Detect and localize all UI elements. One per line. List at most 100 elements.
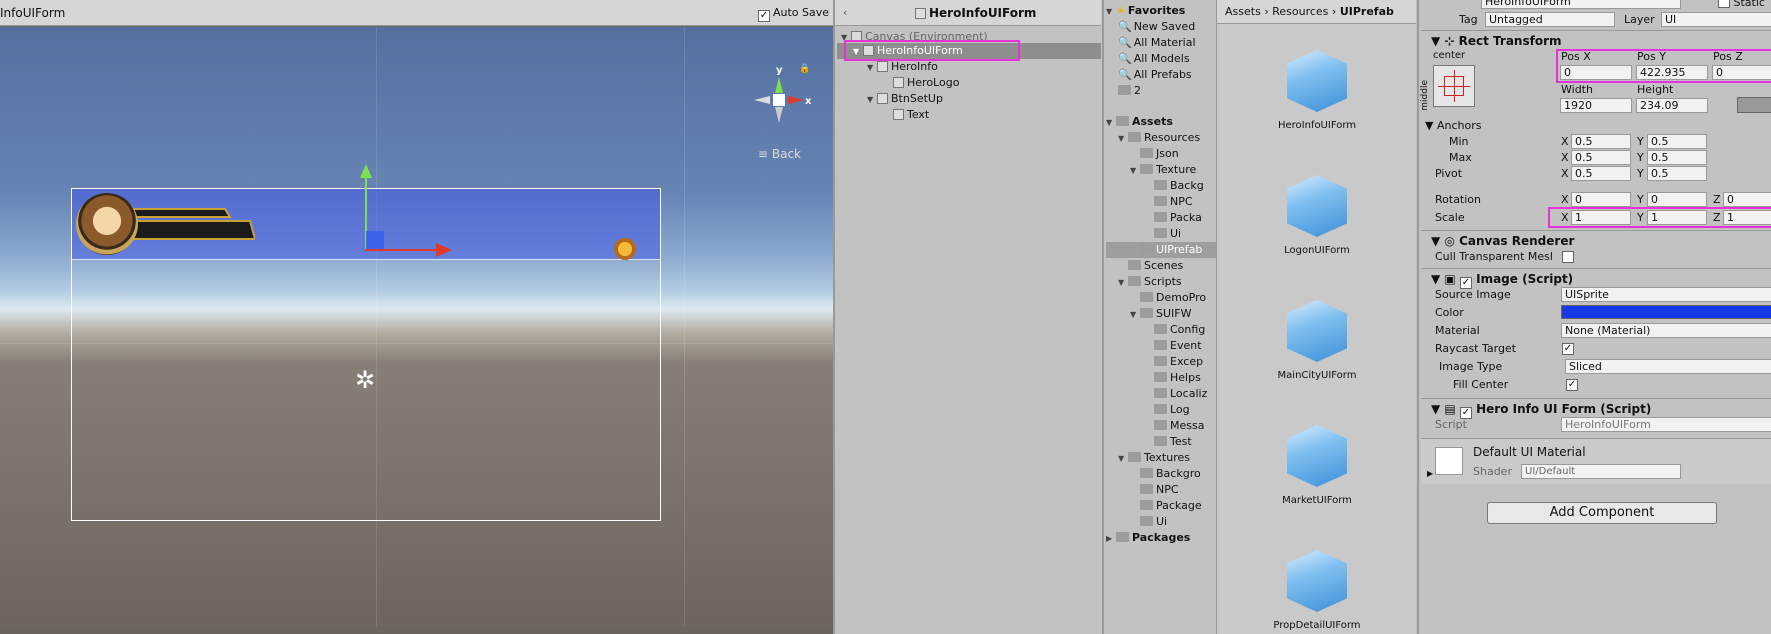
canvas-renderer-header[interactable]: ▼ ◎ Canvas Renderer [1421, 230, 1771, 250]
auto-save-checkbox[interactable]: ✓ [758, 10, 770, 22]
hierarchy-panel[interactable]: ‹ HeroInfoUIForm ▼ Canvas (Environment) ▼… [833, 0, 1101, 634]
project-files-panel[interactable]: Assets › Resources › UIPrefab HeroInfoUI… [1216, 0, 1416, 634]
hierarchy-item-heroinfo[interactable]: ▼ HeroInfo [867, 59, 938, 75]
gizmo-y-arrow-icon[interactable] [360, 164, 372, 178]
hero-info-bar[interactable] [130, 207, 255, 247]
folder-item[interactable]: Log [1154, 402, 1190, 418]
packages-header[interactable]: ▶ Packages [1106, 530, 1190, 546]
width-field[interactable]: 1920 [1560, 98, 1632, 113]
prefab-asset[interactable]: MarketUIForm [1247, 425, 1387, 506]
anchor-min-x-field[interactable]: 0.5 [1571, 134, 1631, 149]
hierarchy-item-text[interactable]: Text [893, 107, 929, 123]
folder-item[interactable]: Config [1154, 322, 1205, 338]
inspector-panel[interactable]: HeroInfoUIForm Static Tag Untagged Layer… [1417, 0, 1771, 634]
scene-viewport[interactable]: ✲ y x 🔒 ≡ Back [0, 27, 833, 627]
hero-script-header[interactable]: ▼ ▤ ✓ Hero Info UI Form (Script) [1421, 398, 1771, 419]
shader-dropdown[interactable]: UI/Default [1521, 464, 1681, 479]
back-arrow-icon[interactable]: ‹ [843, 6, 847, 19]
folder-item[interactable]: Json [1140, 146, 1179, 162]
breadcrumb-item[interactable]: Resources [1272, 5, 1328, 18]
folder-item[interactable]: Packa [1154, 210, 1202, 226]
folder-item[interactable]: Helps [1154, 370, 1201, 386]
expand-arrow-icon[interactable]: ▼ [1106, 4, 1116, 20]
material-field[interactable]: None (Material) [1561, 323, 1771, 338]
folder-item[interactable]: Scenes [1128, 258, 1183, 274]
layer-dropdown[interactable]: UI [1661, 12, 1771, 27]
expand-arrow-icon[interactable]: ▼ [1118, 131, 1128, 147]
image-script-header[interactable]: ▼ ▣ ✓ Image (Script) [1421, 268, 1771, 289]
folder-item[interactable]: Backgro [1140, 466, 1201, 482]
folder-item[interactable]: ▼ Scripts [1118, 274, 1182, 290]
height-field[interactable]: 234.09 [1636, 98, 1708, 113]
source-image-field[interactable]: UISprite [1561, 287, 1771, 302]
expand-arrow-icon[interactable]: ▼ [1106, 115, 1116, 131]
folder-item[interactable]: ▼ Texture [1130, 162, 1196, 178]
pivot-y-field[interactable]: 0.5 [1647, 166, 1707, 181]
folder-item[interactable]: DemoPro [1140, 290, 1206, 306]
expand-arrow-icon[interactable]: ▼ [1118, 275, 1128, 291]
static-checkbox[interactable] [1718, 0, 1730, 8]
cull-checkbox[interactable] [1562, 251, 1574, 263]
expand-arrow-icon[interactable]: ▼ [1130, 163, 1140, 179]
folder-item[interactable]: Package [1140, 498, 1202, 514]
folder-item[interactable]: Ui [1154, 226, 1181, 242]
breadcrumb-item[interactable]: Assets [1225, 5, 1261, 18]
hero-logo-avatar[interactable] [76, 193, 138, 255]
object-name-field[interactable]: HeroInfoUIForm [1481, 0, 1681, 9]
auto-save-toggle[interactable]: ✓ Auto Save [758, 6, 829, 22]
folder-item[interactable]: Localiz [1154, 386, 1207, 402]
favorite-item[interactable]: 2 [1118, 83, 1141, 99]
tag-dropdown[interactable]: Untagged [1485, 12, 1615, 27]
expand-arrow-icon[interactable]: ▼ [867, 92, 877, 108]
expand-arrow-icon[interactable]: ▶ [1106, 531, 1116, 547]
anchor-min-y-field[interactable]: 0.5 [1647, 134, 1707, 149]
prefab-asset[interactable]: MainCityUIForm [1247, 300, 1387, 381]
view-back-label[interactable]: ≡ Back [758, 147, 801, 161]
favorite-item[interactable]: 🔍 All Material [1118, 35, 1196, 51]
expand-arrow-icon[interactable]: ▼ [1130, 307, 1140, 323]
expand-arrow-icon[interactable]: ▼ [1118, 451, 1128, 467]
folder-item[interactable]: NPC [1154, 194, 1193, 210]
rotation-y-field[interactable]: 0 [1647, 192, 1707, 207]
static-toggle[interactable]: Static [1718, 0, 1765, 9]
expand-arrow-icon[interactable]: ▼ [1431, 34, 1444, 48]
scene-tab-title[interactable]: InfoUIForm [0, 6, 65, 20]
anchor-max-y-field[interactable]: 0.5 [1647, 150, 1707, 165]
gizmo-x-axis[interactable] [365, 249, 437, 251]
gizmo-x-arrow-icon[interactable] [436, 243, 452, 257]
rotation-z-field[interactable]: 0 [1723, 192, 1771, 207]
folder-item[interactable]: Excep [1154, 354, 1203, 370]
prefab-asset[interactable]: HeroInfoUIForm [1247, 50, 1387, 131]
favorite-item[interactable]: 🔍 All Prefabs [1118, 67, 1192, 83]
folder-item[interactable]: ▼ Textures [1118, 450, 1190, 466]
folder-item-selected[interactable]: UIPrefab [1106, 242, 1216, 258]
hierarchy-item-btnsetup[interactable]: ▼ BtnSetUp [867, 91, 943, 107]
folder-item[interactable]: Backg [1154, 178, 1204, 194]
orientation-gizmo[interactable]: y x 🔒 [752, 63, 812, 135]
fill-center-checkbox[interactable]: ✓ [1566, 379, 1578, 391]
expand-arrow-icon[interactable]: ▼ [1425, 119, 1437, 132]
anchor-max-x-field[interactable]: 0.5 [1571, 150, 1631, 165]
favorites-header[interactable]: ▼ ★ Favorites [1106, 3, 1185, 19]
expand-arrow-icon[interactable]: ▼ [1431, 234, 1444, 248]
project-tree-panel[interactable]: ▼ ★ Favorites 🔍 New Saved 🔍 All Material 🔍 Al… [1102, 0, 1216, 634]
raycast-checkbox[interactable]: ✓ [1562, 343, 1574, 355]
anchors-label[interactable]: ▼ Anchors [1425, 119, 1481, 132]
anchor-preset-button[interactable] [1433, 65, 1475, 107]
expand-arrow-icon[interactable]: ▼ [867, 60, 877, 76]
setup-gear-icon[interactable] [612, 234, 638, 264]
pivot-x-field[interactable]: 0.5 [1571, 166, 1631, 181]
folder-item[interactable]: NPC [1140, 482, 1179, 498]
rotation-x-field[interactable]: 0 [1571, 192, 1631, 207]
hierarchy-item-herologo[interactable]: HeroLogo [893, 75, 959, 91]
breadcrumb-item[interactable]: UIPrefab [1340, 5, 1394, 18]
expand-arrow-icon[interactable]: ▼ [1431, 272, 1444, 286]
favorite-item[interactable]: 🔍 All Models [1118, 51, 1190, 67]
rect-pivot-icon[interactable]: ✲ [352, 367, 378, 393]
folder-item[interactable]: ▼ SUIFW [1130, 306, 1191, 322]
folder-item[interactable]: Messa [1154, 418, 1204, 434]
gizmo-plane-handle[interactable] [366, 231, 384, 249]
folder-item[interactable]: Test [1154, 434, 1192, 450]
expand-arrow-icon[interactable]: ▶ [1427, 469, 1433, 478]
image-type-dropdown[interactable]: Sliced [1565, 359, 1771, 374]
